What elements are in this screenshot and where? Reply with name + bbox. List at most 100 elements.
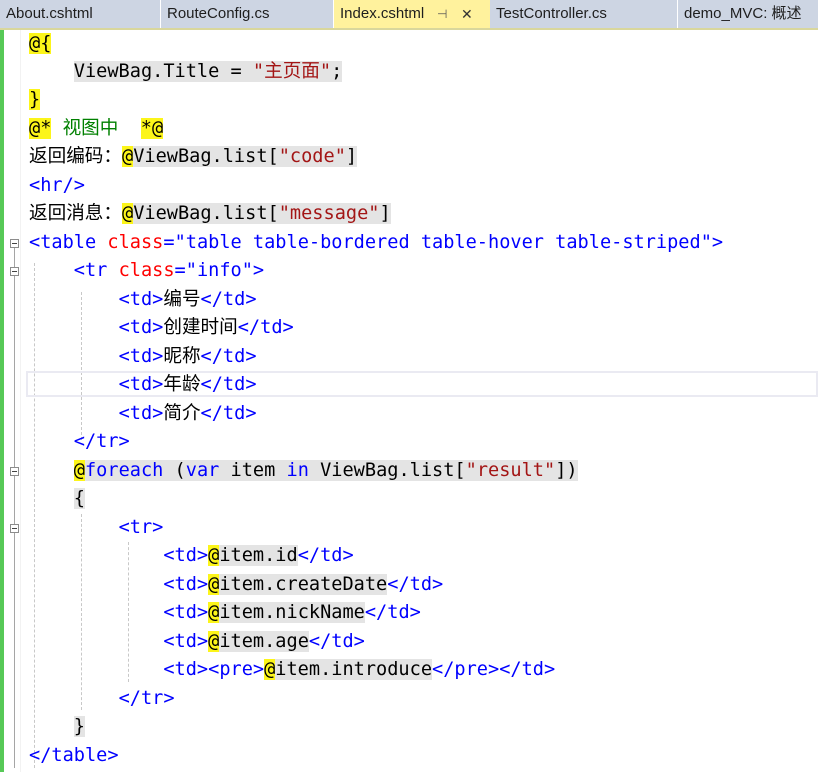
code-token: item [219,460,287,481]
code-line-24: </tr> [29,685,175,713]
code-string: "主页面" [252,61,332,82]
code-line-15: </tr> [29,428,130,456]
code-line-18: <tr> [29,514,164,542]
tab-demo-mvc-overview[interactable]: demo_MVC: 概述 [678,0,818,28]
pin-icon[interactable]: ⊣ [437,0,447,28]
html-tag: <td> [118,317,164,338]
html-tag: <hr/> [29,175,85,196]
html-tag: <td> [163,602,209,623]
tab-label: demo_MVC: 概述 [684,5,802,22]
razor-block-open: @{ [29,33,52,54]
code-line-17: { [29,485,85,513]
code-token: ; [331,61,343,82]
code-token: item.id [219,545,298,566]
code-token: item.age [219,631,309,652]
cell-text: 年龄 [163,374,201,395]
tab-about-cshtml[interactable]: About.cshtml [0,0,161,28]
code-string: "code" [278,146,346,167]
code-line-11: <td>创建时间</td> [29,314,294,342]
keyword: foreach [84,460,164,481]
code-token: { [73,488,85,509]
code-line-6: <hr/> [29,172,85,200]
margin-divider [20,30,21,772]
html-tag: </td> [308,631,365,652]
html-tag: </td> [237,317,294,338]
code-line-19: <td>@item.id</td> [29,542,354,570]
close-icon[interactable]: ✕ [461,0,473,28]
keyword: var [185,460,220,481]
html-tag: </td> [200,403,257,424]
html-tag: </pre></td> [432,659,556,680]
code-token: item.createDate [219,574,388,595]
code-line-4: @* 视图中 *@ [29,115,164,143]
html-tag: </tr> [73,431,130,452]
razor-at: @ [264,659,276,680]
code-line-5: 返回编码：@ViewBag.list["code"] [29,143,358,171]
html-tag: = [163,232,175,253]
code-token: ViewBag.list[ [308,460,466,481]
code-line-13: <td>年龄</td> [29,371,257,399]
tab-routeconfig-cs[interactable]: RouteConfig.cs [161,0,334,28]
html-tag: <td><pre> [163,659,265,680]
html-tag: </td> [387,574,444,595]
code-editor[interactable]: @{ ViewBag.Title = "主页面"; } @* 视图中 *@ 返回… [0,30,818,772]
code-line-25: } [29,713,85,741]
cell-text: 创建时间 [163,317,238,338]
tab-label: About.cshtml [6,5,93,22]
cell-text: 昵称 [163,346,201,367]
document-tab-bar: About.cshtml RouteConfig.cs Index.cshtml… [0,0,818,30]
html-tag: <td> [118,374,164,395]
comment-text: 视图中 [51,118,141,139]
html-tag: > [711,232,724,253]
attribute-value: "info" [185,260,253,281]
code-line-3: } [29,86,41,114]
code-token: ( [163,460,186,481]
code-string: "result" [465,460,556,481]
code-text: 返回消息： [29,203,122,224]
code-string: "message" [278,203,380,224]
html-tag: </td> [364,602,421,623]
code-highlight: ViewBag.Title = "主页面"; [73,61,343,82]
code-line-22: <td>@item.age</td> [29,628,365,656]
code-line-2: ViewBag.Title = "主页面"; [29,58,343,86]
code-line-7: 返回消息：@ViewBag.list["message"] [29,200,391,228]
change-tracking-margin [0,30,4,772]
html-attribute: class [107,232,164,253]
razor-comment-close: *@ [140,118,164,139]
collapse-icon[interactable] [10,524,19,533]
html-tag: <tr [73,260,119,281]
code-token: ViewBag.Title = [73,61,253,82]
code-line-1: @{ [29,30,52,58]
html-tag: </td> [200,289,257,310]
tab-index-cshtml[interactable]: Index.cshtml ⊣ ✕ [334,0,490,28]
razor-comment-open: @* [29,118,52,139]
code-highlight: ViewBag.list["message"] [133,203,391,224]
razor-at: @ [73,460,85,481]
code-token: ViewBag.list[ [133,203,279,224]
collapse-icon[interactable] [10,467,19,476]
tab-label: Index.cshtml [340,5,425,22]
code-token: } [73,716,85,737]
cell-text: 简介 [163,403,201,424]
html-attribute: class [118,260,175,281]
html-tag: <td> [163,631,209,652]
cell-text: 编号 [163,289,201,310]
code-line-20: <td>@item.createDate</td> [29,571,443,599]
html-tag: = [174,260,186,281]
html-tag: </tr> [118,688,175,709]
outline-line [14,248,15,768]
html-tag: </td> [297,545,354,566]
tab-label: RouteConfig.cs [167,5,270,22]
code-line-9: <tr class="info"> [29,257,264,285]
code-line-8: <table class="table table-bordered table… [29,229,723,257]
code-text: 返回编码： [29,146,122,167]
code-line-10: <td>编号</td> [29,286,257,314]
tab-testcontroller-cs[interactable]: TestController.cs [490,0,678,28]
code-token: ] [379,203,391,224]
html-tag: </td> [200,346,257,367]
collapse-icon[interactable] [10,267,19,276]
collapse-icon[interactable] [10,239,19,248]
html-tag: <td> [163,574,209,595]
code-token: ] [345,146,358,167]
keyword: in [286,460,309,481]
